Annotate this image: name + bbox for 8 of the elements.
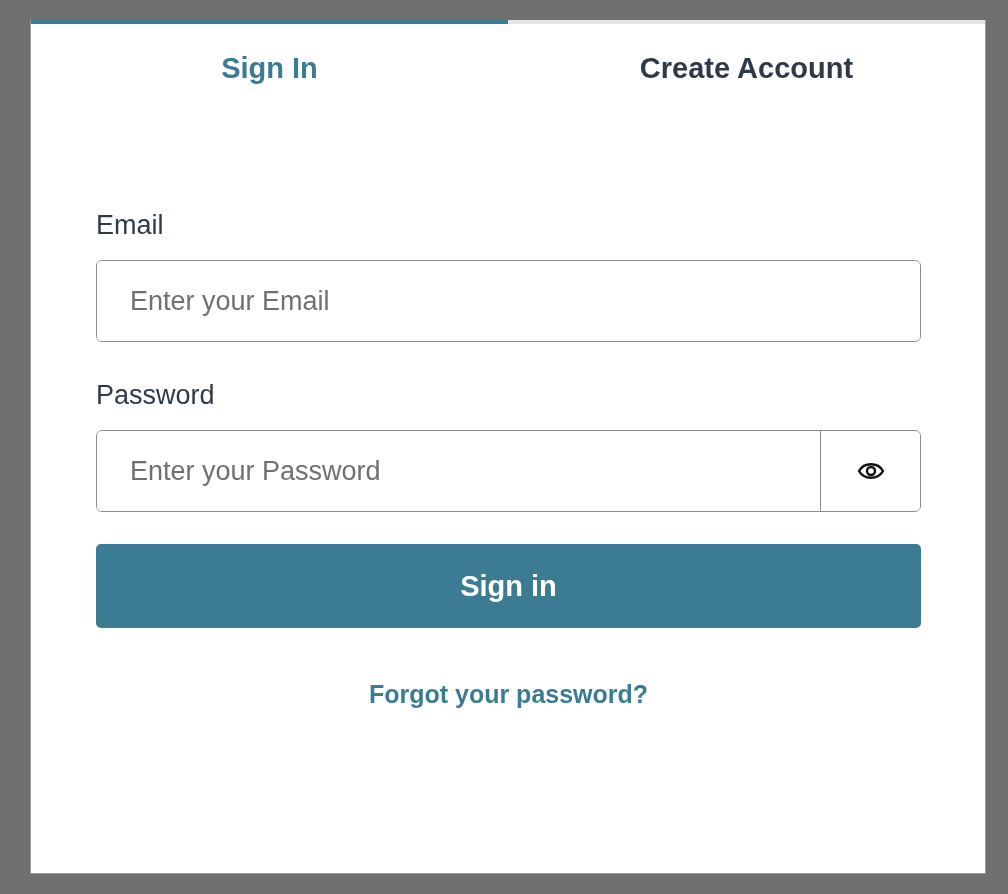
password-field[interactable]: Enter your Password — [96, 430, 921, 512]
field-label: Email — [96, 210, 165, 240]
sign-in-button[interactable]: Sign in — [96, 544, 921, 628]
eye-icon — [856, 461, 885, 481]
show-password-button[interactable] — [820, 431, 920, 511]
field-label: Password — [96, 380, 216, 410]
forgot-password-link[interactable]: Forgot your password? — [368, 680, 649, 709]
email-field[interactable]: Enter your Email — [96, 260, 921, 342]
